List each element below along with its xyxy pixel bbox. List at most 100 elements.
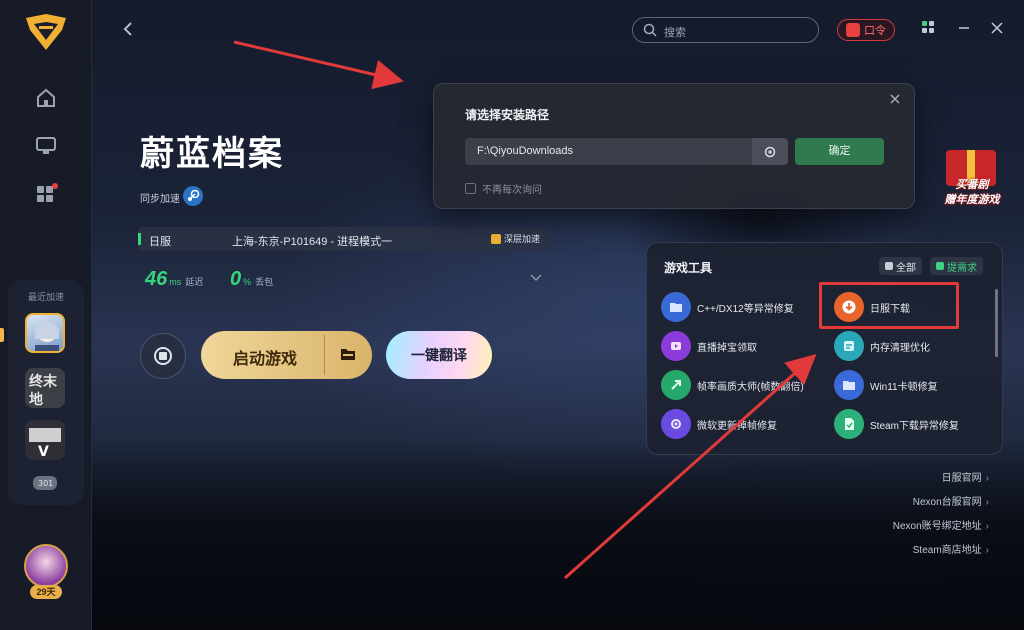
latency-value: 46 [145,268,168,290]
install-path-field[interactable]: F:\QiyouDownloads [465,138,752,165]
svg-text:终末: 终末 [29,373,58,390]
wrench-folder-icon [661,292,691,322]
server-status-indicator [138,233,141,245]
stop-icon [159,352,167,360]
server-node: 上海-东京-P101649 - 进程模式一 [232,236,393,248]
link-label: 日服官网 [941,473,982,484]
search-input[interactable]: 搜索 [632,17,819,43]
recent-game-301[interactable]: 301 [25,472,65,496]
server-selector[interactable]: 日服 上海-东京-P101649 - 进程模式一 深层加速 [138,227,550,251]
tool-label: C++/DX12等异常修复 [697,303,794,315]
link-label: Steam商店地址 [912,545,982,556]
annotation-arrow-top [233,40,404,90]
tool-item-fps-master[interactable]: 帧率画质大师(帧数翻倍) [661,370,804,400]
tool-item-steam-download-fix[interactable]: Steam下载异常修复 [834,409,959,439]
deep-accel-toggle[interactable]: 深层加速 [490,232,540,245]
game-tools-panel: 游戏工具 全部 提需求 C++/DX12等异常修复 日服下载 直播掉宝领取 内存… [646,242,1003,455]
no-ask-again-label: 不再每次询问 [482,185,542,196]
tools-request-label: 提需求 [947,262,977,274]
apps-icon[interactable] [32,180,60,208]
start-game-button[interactable]: 启动游戏 [201,331,372,379]
tool-label: 内存清理优化 [870,342,930,354]
path-settings-button[interactable] [752,138,788,165]
avatar[interactable] [24,544,68,588]
chevron-right-icon: › [985,545,989,556]
recent-game-blue-archive[interactable] [25,313,65,353]
folder-fix-icon [834,370,864,400]
close-icon[interactable] [988,20,1006,38]
steam-icon[interactable] [183,186,203,206]
tools-scrollbar[interactable] [995,289,998,357]
promo-gift-banner[interactable]: 买番剧 赠年度游戏 [938,150,1006,210]
tool-item-live-drops[interactable]: 直播掉宝领取 [661,331,757,361]
loss-value: 0 [230,268,242,290]
latency-stat: 46 ms 延迟 [145,268,203,291]
start-divider [324,335,325,375]
promo-line-2: 赠年度游戏 [944,194,1000,206]
link-nexon-bind[interactable]: Nexon账号绑定地址 › [893,520,989,544]
confirm-button[interactable]: 确定 [795,138,884,165]
latency-unit: ms [169,277,182,287]
kouling-icon [846,23,860,37]
loss-label: 丢包 [255,277,274,287]
tool-label: Win11卡顿修复 [870,381,938,393]
grid-menu-icon[interactable] [919,20,937,38]
home-icon[interactable] [32,84,60,112]
svg-text:301: 301 [38,479,53,488]
gear-icon [764,146,776,157]
background-ground [92,440,1024,630]
tool-item-cpp-fix[interactable]: C++/DX12等异常修复 [661,292,794,322]
stop-accel-button[interactable] [140,333,186,379]
no-ask-again-checkbox[interactable]: 不再每次询问 [465,181,542,196]
checkbox-box [465,183,476,194]
minimize-icon[interactable] [955,20,973,38]
promo-line-1: 买番剧 [955,179,989,191]
live-gift-icon [661,331,691,361]
latency-label: 延迟 [185,277,204,287]
annotation-highlight-box [819,282,959,329]
app-window: 最近加速 终末地 V 301 29天 搜索 口令 蔚蓝档案 同步加速 日服 上海… [0,0,1024,630]
kouling-button[interactable]: 口令 [837,19,895,41]
start-game-label: 启动游戏 [232,351,297,368]
dialog-close-icon[interactable] [890,91,900,107]
tool-item-memory-clean[interactable]: 内存清理优化 [834,331,930,361]
sync-accel-label: 同步加速 [140,194,180,205]
file-fix-icon [834,409,864,439]
tool-label: 帧率画质大师(帧数翻倍) [697,381,804,393]
search-placeholder: 搜索 [664,27,686,39]
deep-accel-checkbox [490,233,501,244]
link-jp-official[interactable]: 日服官网 › [893,472,989,496]
link-nexon-tw[interactable]: Nexon台服官网 › [893,496,989,520]
tools-all-button[interactable]: 全部 [879,257,922,275]
install-path-dialog: 请选择安装路径 F:\QiyouDownloads 确定 不再每次询问 [433,83,915,209]
tool-item-win11-fix[interactable]: Win11卡顿修复 [834,370,938,400]
one-click-translate-button[interactable]: 一键翻译 [386,331,492,379]
tools-request-button[interactable]: 提需求 [930,257,983,275]
monitor-icon[interactable] [32,132,60,160]
tool-label: 微软更新掉帧修复 [697,420,777,432]
packet-loss-stat: 0 % 丢包 [230,268,273,291]
chevron-right-icon: › [985,521,989,532]
link-label: Nexon账号绑定地址 [892,521,982,532]
tools-title: 游戏工具 [664,261,713,275]
external-links: 日服官网 › Nexon台服官网 › Nexon账号绑定地址 › Steam商店地址 › [893,472,989,568]
search-icon [643,23,657,37]
link-steam-store[interactable]: Steam商店地址 › [893,544,989,568]
all-icon [885,262,893,270]
gear-fix-icon [661,409,691,439]
promo-text: 买番剧 赠年度游戏 [938,178,1006,208]
recent-game-endfield[interactable]: 终末地 [25,368,65,408]
svg-text:地: 地 [29,391,43,408]
chevron-down-icon[interactable] [530,274,542,285]
memory-icon [834,331,864,361]
app-logo [26,14,66,50]
dialog-title: 请选择安装路径 [465,108,550,122]
back-icon[interactable] [122,20,138,40]
tool-item-ms-update-fix[interactable]: 微软更新掉帧修复 [661,409,777,439]
request-icon [936,262,944,270]
folder-icon[interactable] [340,347,356,361]
server-name: 日服 [149,236,171,248]
recent-game-gta[interactable]: V [25,420,65,460]
tool-label: Steam下载异常修复 [870,420,959,432]
chevron-right-icon: › [985,497,989,508]
